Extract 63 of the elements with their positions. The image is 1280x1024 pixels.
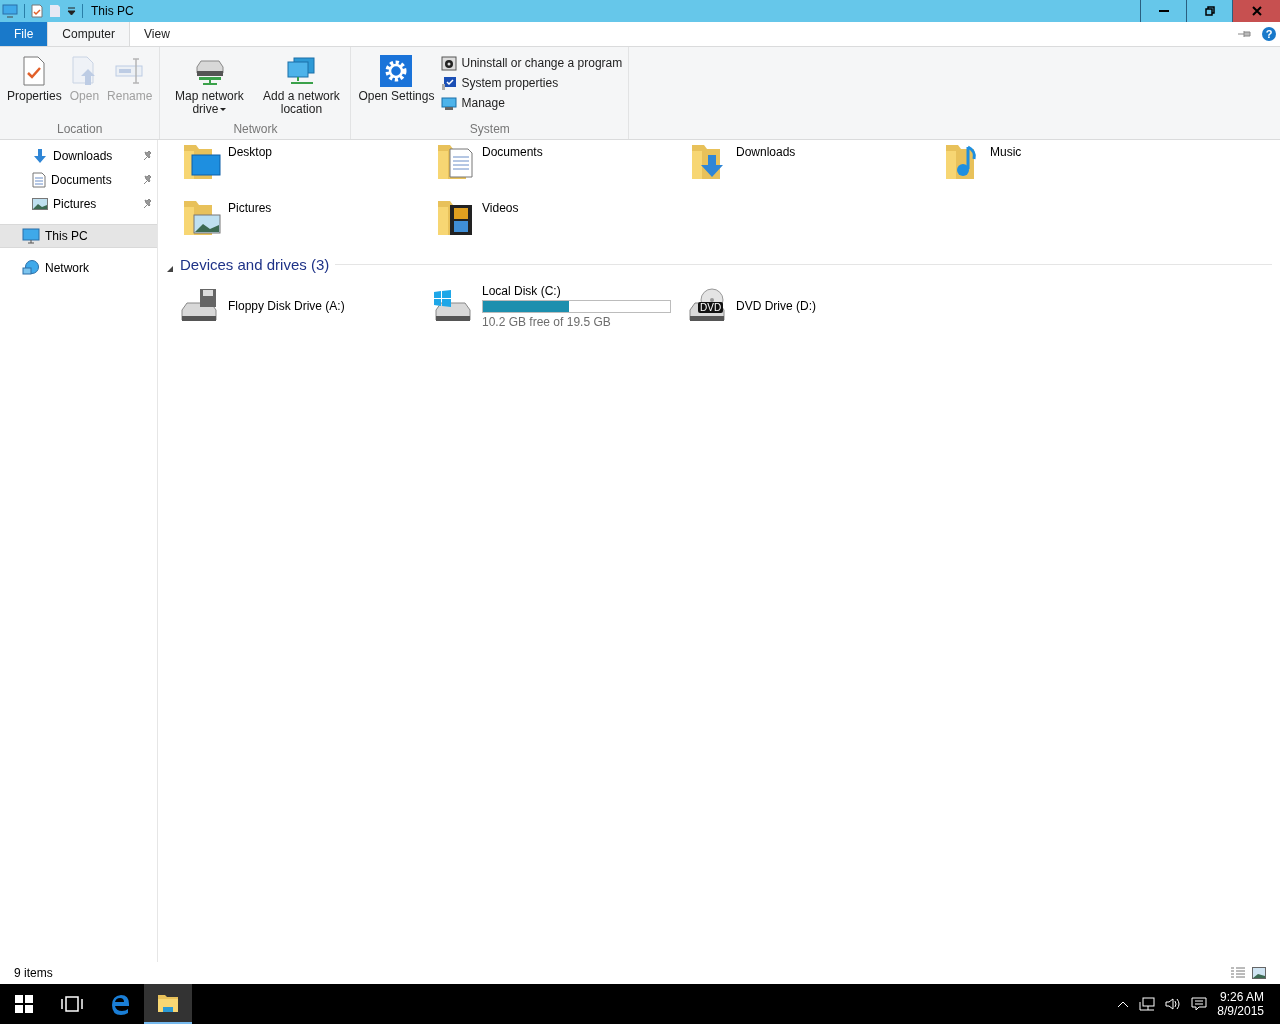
folder-item[interactable]: Pictures	[178, 196, 432, 252]
item-count: 9 items	[14, 966, 53, 980]
ribbon-button[interactable]: Map network drive	[164, 53, 255, 122]
minimize-icon	[1158, 10, 1169, 12]
file-menu-tab[interactable]: File	[0, 22, 48, 46]
close-button[interactable]	[1232, 0, 1280, 22]
picture-icon	[32, 197, 48, 211]
ribbon-button[interactable]: Open Settings	[355, 53, 438, 122]
ribbon-button[interactable]: Uninstall or change a program	[439, 55, 625, 71]
nav-item[interactable]: Documents	[0, 168, 157, 192]
task-view-icon	[61, 996, 83, 1012]
ribbon-button[interactable]: Properties	[4, 53, 65, 122]
folder-item[interactable]: Music	[940, 140, 1194, 196]
pin-icon[interactable]	[143, 151, 153, 161]
settings-icon	[380, 55, 413, 87]
computer-icon	[2, 4, 18, 18]
globe-monitor-icon	[22, 260, 40, 276]
restore-icon	[1204, 6, 1215, 16]
folder-icon	[157, 993, 179, 1013]
section-heading: Devices and drives (3)	[180, 256, 330, 273]
properties-icon[interactable]	[31, 4, 43, 18]
dvd-label: DVD	[698, 302, 724, 313]
nav-item[interactable]: Network	[0, 256, 157, 280]
network-monitors-icon	[285, 55, 318, 87]
folder-item[interactable]: Desktop	[178, 140, 432, 196]
chevron-up-icon[interactable]	[1117, 1000, 1130, 1008]
ribbon-button[interactable]: Add a network location	[256, 53, 347, 122]
computer-manage-icon	[441, 95, 458, 111]
folder-item[interactable]: Documents	[432, 140, 686, 196]
monitor-check-icon	[441, 75, 458, 91]
close-icon	[1251, 6, 1262, 16]
speaker-icon[interactable]	[1165, 997, 1182, 1011]
help-button[interactable]: ?	[1262, 27, 1276, 41]
group-label: Location	[56, 122, 104, 138]
group-label: Network	[232, 122, 279, 138]
folder-item[interactable]: Videos	[432, 196, 686, 252]
taskbar-clock[interactable]: 9:26 AM 8/9/2015	[1217, 990, 1264, 1018]
ribbon-tab[interactable]: Computer	[47, 22, 131, 46]
dropdown-icon[interactable]	[67, 6, 76, 16]
drive-item[interactable]: DVD DVD Drive (D:)	[686, 281, 940, 331]
taskbar-app[interactable]	[144, 984, 192, 1024]
disc-box-icon	[441, 55, 458, 71]
window-title: This PC	[91, 4, 134, 18]
large-icons-view-icon[interactable]	[1252, 967, 1266, 979]
group-label: System	[468, 122, 511, 138]
pin-icon[interactable]	[143, 175, 153, 185]
ribbon-button[interactable]: System properties	[439, 75, 625, 91]
nav-item[interactable]: Downloads	[0, 144, 157, 168]
drive-item[interactable]: Floppy Disk Drive (A:)	[178, 281, 432, 331]
pin-icon[interactable]	[1238, 30, 1252, 38]
ribbon-button[interactable]: Manage	[439, 95, 625, 111]
nav-item[interactable]: Pictures	[0, 192, 157, 216]
computer-icon	[22, 228, 40, 244]
drive-item[interactable]: Local Disk (C:) 10.2 GB free of 19.5 GB	[432, 281, 686, 331]
pin-icon[interactable]	[143, 199, 153, 209]
windows-logo-icon	[15, 995, 33, 1013]
folder-item[interactable]: Downloads	[686, 140, 940, 196]
document-icon	[32, 172, 46, 188]
notification-icon[interactable]	[1191, 997, 1208, 1011]
rename-icon	[113, 55, 146, 87]
download-arrow-icon	[32, 148, 48, 164]
nav-item[interactable]: This PC	[0, 224, 157, 248]
network-icon[interactable]	[1139, 997, 1156, 1011]
